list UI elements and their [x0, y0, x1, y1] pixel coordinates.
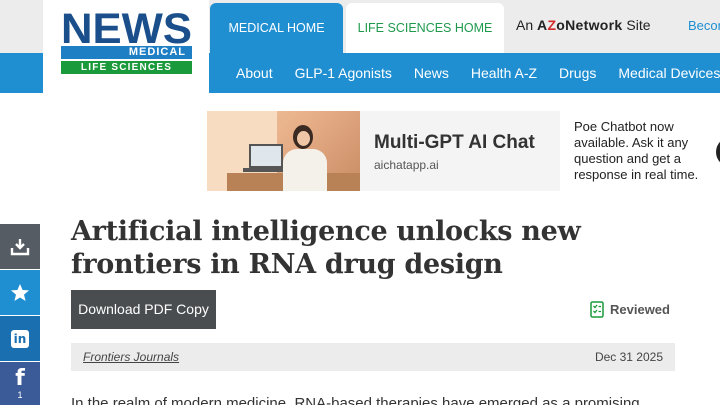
azonetwork-site-label[interactable]: An AZoNetwork Site: [516, 17, 651, 33]
become-member-link[interactable]: Becon: [688, 18, 720, 33]
logo-life-sciences-label: LIFE SCIENCES: [61, 61, 192, 74]
azonetwork-brand: AZoNetwork: [537, 17, 622, 33]
ad-photo: [207, 111, 360, 191]
laptop-icon: [249, 144, 283, 168]
news-logo-wordmark: NEWS: [61, 8, 192, 46]
star-icon: [11, 283, 29, 301]
nav-drugs[interactable]: Drugs: [548, 65, 607, 81]
facebook-share-button[interactable]: f 1: [0, 362, 40, 405]
facebook-share-count: 1: [17, 389, 23, 400]
nav-news[interactable]: News: [403, 65, 460, 81]
reviewed-label: Reviewed: [610, 302, 670, 317]
download-icon: [10, 238, 30, 255]
download-pdf-button[interactable]: Download PDF Copy: [71, 290, 216, 329]
linkedin-share-button[interactable]: in: [0, 316, 40, 361]
favorite-button[interactable]: [0, 270, 40, 315]
nav-medical-devices[interactable]: Medical Devices: [607, 65, 720, 81]
article-meta-bar: Frontiers Journals Dec 31 2025: [71, 343, 675, 371]
reviewed-checklist-icon: [590, 301, 604, 318]
ad-person-body: [283, 149, 327, 191]
nav-glp1-agonists[interactable]: GLP-1 Agonists: [284, 65, 403, 81]
brand-a: A: [537, 17, 548, 33]
linkedin-icon: in: [11, 329, 29, 348]
brand-rest: oNetwork: [556, 17, 623, 33]
advertisement-banner[interactable]: Multi-GPT AI Chat aichatapp.ai Poe Chatb…: [207, 111, 720, 191]
ad-description: Poe Chatbot now available. Ask it any qu…: [574, 119, 699, 182]
logo-news-text: NEWS: [61, 8, 192, 46]
nav-about[interactable]: About: [225, 65, 284, 81]
tab-life-sciences-home[interactable]: LIFE SCIENCES HOME: [346, 3, 504, 53]
ad-domain: aichatapp.ai: [374, 158, 439, 172]
article-date: Dec 31 2025: [594, 350, 663, 364]
network-suffix: Site: [626, 17, 651, 33]
reviewed-badge[interactable]: Reviewed: [590, 301, 670, 318]
ad-person-face: [297, 131, 310, 146]
tab-medical-home[interactable]: MEDICAL HOME: [210, 3, 343, 53]
network-prefix: An: [516, 17, 534, 33]
ad-text-panel: Poe Chatbot now available. Ask it any qu…: [560, 111, 720, 191]
facebook-icon: f: [15, 365, 25, 391]
download-share-button[interactable]: [0, 224, 40, 269]
nav-health-a-z[interactable]: Health A-Z: [460, 65, 548, 81]
article-title: Artificial intelligence unlocks new fron…: [71, 216, 581, 280]
article-source-link[interactable]: Frontiers Journals: [83, 350, 179, 364]
logo-medical-label: MEDICAL: [61, 46, 192, 59]
ad-title: Multi-GPT AI Chat: [374, 132, 535, 153]
site-logo[interactable]: NEWS MEDICAL LIFE SCIENCES: [43, 0, 209, 93]
article-intro-paragraph: In the realm of modern medicine, RNA-bas…: [71, 395, 640, 405]
brand-z: Z: [547, 17, 557, 33]
main-nav: About GLP-1 Agonists News Health A-Z Dru…: [225, 53, 720, 93]
